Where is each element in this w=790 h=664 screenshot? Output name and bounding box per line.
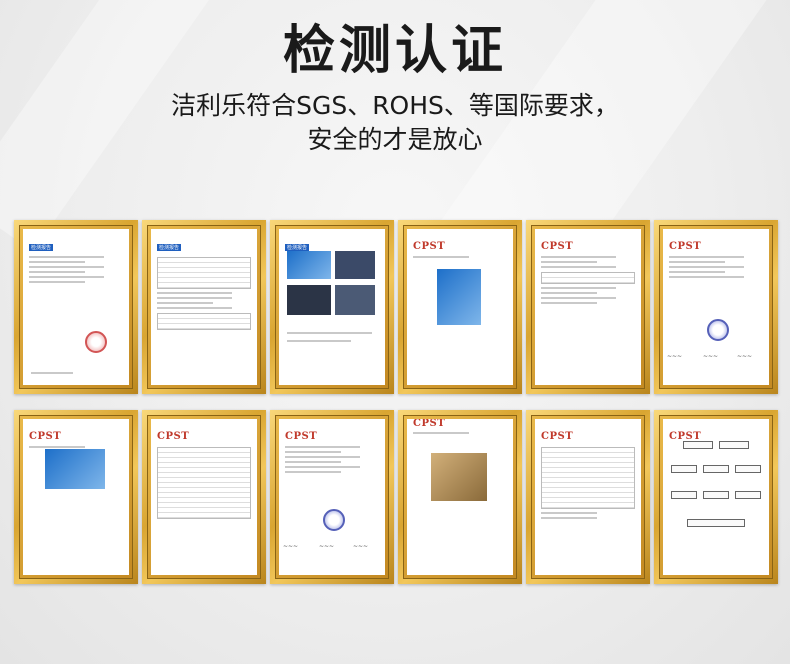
flowchart-box <box>735 465 761 473</box>
signature: ~~~ <box>353 543 369 550</box>
certificate-paper: CPST <box>407 229 513 385</box>
cpst-logo: CPST <box>413 241 446 252</box>
cpst-logo: CPST <box>157 431 190 442</box>
certificate-paper: CPST <box>407 419 513 575</box>
certificate-paper: CPST <box>535 419 641 575</box>
certificate-grid: 检测报告 检测报告 检测报告 CPST CPST CPST ~~~ ~~~ ~~… <box>0 0 790 664</box>
seal-icon <box>323 509 345 531</box>
flowchart-box <box>671 465 697 473</box>
certificate-paper: 检测报告 <box>279 229 385 385</box>
certificate-9[interactable]: CPST ~~~ ~~~ ~~~ <box>270 410 394 584</box>
signature: ~~~ <box>667 353 683 360</box>
certificate-1[interactable]: 检测报告 <box>14 220 138 394</box>
product-photo <box>335 285 375 315</box>
certificate-paper: CPST ~~~ ~~~ ~~~ <box>279 419 385 575</box>
certificate-10[interactable]: CPST <box>398 410 522 584</box>
cpst-logo: CPST <box>669 241 702 252</box>
flowchart-box <box>735 491 761 499</box>
product-photo <box>431 453 487 501</box>
certificate-paper: 检测报告 <box>151 229 257 385</box>
flowchart-box <box>671 491 697 499</box>
brand-logo: 检测报告 <box>157 244 182 251</box>
product-photo <box>45 449 105 489</box>
flowchart-box <box>703 491 729 499</box>
cpst-logo: CPST <box>29 431 62 442</box>
flowchart-box <box>719 441 749 449</box>
product-photo <box>287 251 331 279</box>
cpst-logo: CPST <box>285 431 318 442</box>
certificate-paper: CPST <box>535 229 641 385</box>
certificate-2[interactable]: 检测报告 <box>142 220 266 394</box>
certificate-8[interactable]: CPST <box>142 410 266 584</box>
brand-logo: 检测报告 <box>29 244 54 251</box>
flowchart-box <box>703 465 729 473</box>
product-photo <box>437 269 481 325</box>
certificate-5[interactable]: CPST <box>526 220 650 394</box>
brand-logo: 检测报告 <box>285 244 310 251</box>
signature: ~~~ <box>283 543 299 550</box>
certificate-paper: CPST ~~~ ~~~ ~~~ <box>663 229 769 385</box>
cpst-logo: CPST <box>541 241 574 252</box>
certificate-paper: CPST <box>23 419 129 575</box>
product-photo <box>335 251 375 279</box>
flowchart-box <box>683 441 713 449</box>
certificate-paper: CPST <box>663 419 769 575</box>
signature: ~~~ <box>737 353 753 360</box>
certificate-11[interactable]: CPST <box>526 410 650 584</box>
certificate-12[interactable]: CPST <box>654 410 778 584</box>
cpst-logo: CPST <box>413 419 446 429</box>
signature: ~~~ <box>319 543 335 550</box>
certificate-6[interactable]: CPST ~~~ ~~~ ~~~ <box>654 220 778 394</box>
seal-icon <box>85 331 107 353</box>
certificate-paper: 检测报告 <box>23 229 129 385</box>
flowchart-box <box>687 519 745 527</box>
certificate-4[interactable]: CPST <box>398 220 522 394</box>
signature: ~~~ <box>703 353 719 360</box>
seal-icon <box>707 319 729 341</box>
cpst-logo: CPST <box>541 431 574 442</box>
certificate-paper: CPST <box>151 419 257 575</box>
certificate-3[interactable]: 检测报告 <box>270 220 394 394</box>
product-photo <box>287 285 331 315</box>
certificate-7[interactable]: CPST <box>14 410 138 584</box>
